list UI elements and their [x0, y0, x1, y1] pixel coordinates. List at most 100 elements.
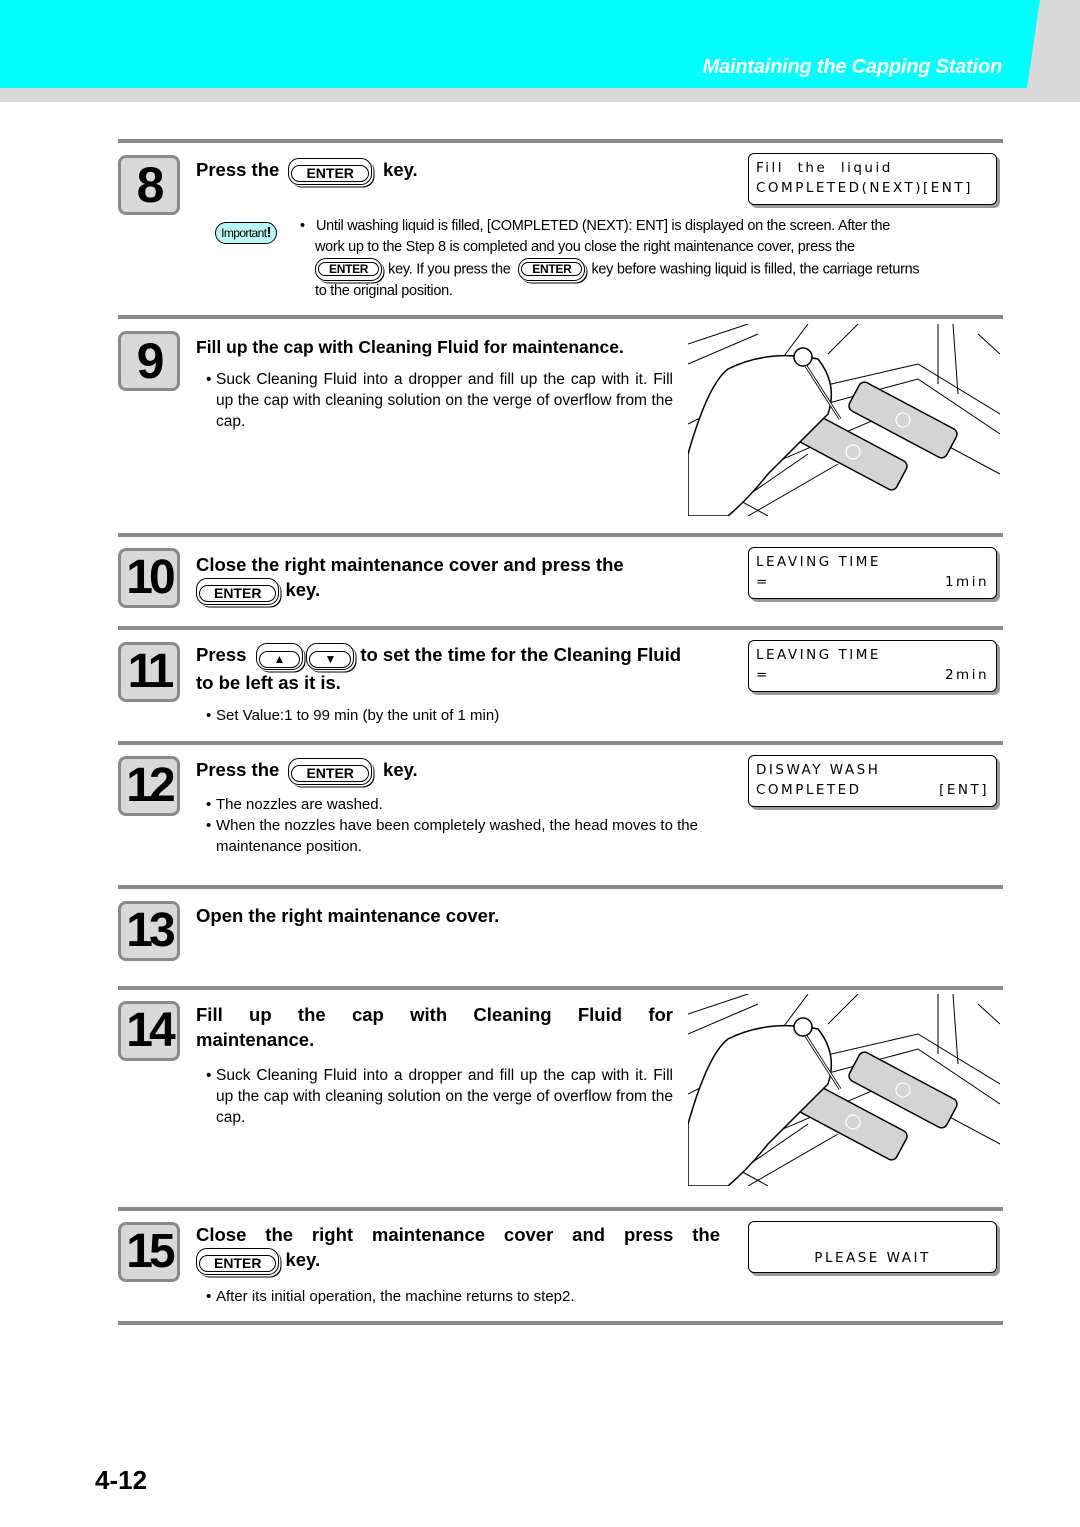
- divider: [118, 885, 1003, 889]
- lcd-display-step-11: LEAVING TIME = 2min: [748, 640, 997, 692]
- lcd-text: COMPLETED(NEXT)[ENT]: [756, 180, 973, 196]
- note-line: work up to the Step 8 is completed and y…: [315, 239, 855, 255]
- exclamation-icon: !: [266, 224, 271, 241]
- lcd-text: [ENT]: [939, 782, 989, 798]
- note-line: • Until washing liquid is filled, [COMPL…: [300, 218, 891, 234]
- note-line: ENTER key. If you press the ENTER key befo…: [300, 258, 1000, 281]
- step-number-13: 13: [118, 901, 180, 961]
- capping-station-illustration: [688, 324, 1000, 516]
- badge-text: Important: [221, 226, 267, 240]
- divider: [118, 626, 1003, 630]
- step-12-title: Press the ENTER key.: [196, 757, 418, 785]
- enter-key-icon: ENTER: [288, 157, 372, 185]
- step-12-bullets: The nozzles are washed. When the nozzles…: [206, 794, 751, 857]
- lcd-display-step-15: PLEASE WAIT: [748, 1221, 997, 1273]
- down-arrow-key-icon: ▼: [306, 642, 355, 670]
- step-15-bullet: After its initial operation, the machine…: [206, 1286, 575, 1307]
- lcd-line-1: Fill the liquid: [756, 160, 893, 176]
- key-label: ENTER: [318, 262, 380, 276]
- key-label: ENTER: [199, 1254, 277, 1272]
- divider: [118, 139, 1003, 143]
- bullet-text: Suck Cleaning Fluid into a dropper and f…: [206, 369, 673, 432]
- divider: [118, 741, 1003, 745]
- bullet-text: Suck Cleaning Fluid into a dropper and f…: [206, 1065, 673, 1128]
- bullet-text: Set Value:1 to 99 min (by the unit of 1 …: [206, 705, 499, 726]
- note-text: key before washing liquid is filled, the…: [591, 261, 920, 278]
- key-label: ENTER: [521, 262, 583, 276]
- important-badge: Important!: [215, 222, 277, 244]
- note-text: Until washing liquid is filled, [COMPLET…: [315, 218, 891, 234]
- step-title-text: to be left as it is.: [196, 671, 341, 693]
- lcd-line-1: LEAVING TIME: [756, 647, 881, 663]
- enter-key-icon: ENTER: [315, 258, 383, 281]
- lcd-line-2: = 1min: [756, 572, 989, 592]
- step-number-9: 9: [118, 331, 180, 391]
- divider: [118, 533, 1003, 537]
- step-title-text: to set the time for the Cleaning Fluid: [360, 644, 682, 665]
- lcd-text: =: [756, 574, 770, 590]
- step-9-title: Fill up the cap with Cleaning Fluid for …: [196, 337, 624, 357]
- step-number-14: 14: [118, 1001, 180, 1061]
- step-11-title: Press ▲ ▼ to set the time for the Cleaning…: [196, 642, 681, 695]
- key-label: ENTER: [199, 584, 277, 602]
- lcd-line-1: LEAVING TIME: [756, 554, 881, 570]
- step-number-10: 10: [118, 548, 180, 608]
- key-label: ▲: [258, 650, 301, 668]
- step-title-text: Fill up the cap with Cleaning Fluid for: [196, 1004, 673, 1025]
- step-number-8: 8: [118, 155, 180, 215]
- key-label: ENTER: [291, 764, 369, 782]
- lcd-line-2: COMPLETED [ENT]: [756, 780, 989, 800]
- step-9-bullet: Suck Cleaning Fluid into a dropper and f…: [206, 369, 673, 432]
- lcd-text: COMPLETED: [756, 782, 862, 798]
- step-13-title: Open the right maintenance cover.: [196, 905, 500, 926]
- up-arrow-key-icon: ▲: [255, 642, 304, 670]
- enter-key-icon: ENTER: [196, 1247, 280, 1275]
- bullet-text: The nozzles are washed.: [206, 794, 751, 815]
- lcd-display-step-12: DISWAY WASH COMPLETED [ENT]: [748, 755, 997, 807]
- step-10-title: Close the right maintenance cover and pr…: [196, 552, 624, 605]
- lcd-text: 1min: [944, 574, 989, 590]
- step-title-text: key.: [285, 579, 321, 600]
- lcd-text: PLEASE WAIT: [814, 1250, 931, 1266]
- enter-key-icon: ENTER: [518, 258, 586, 281]
- step-title-text: key.: [285, 1249, 321, 1270]
- divider: [118, 986, 1003, 990]
- note-text: key. If you press the: [388, 261, 511, 278]
- bullet-text: When the nozzles have been completely wa…: [206, 815, 751, 857]
- step-number-12: 12: [118, 756, 180, 816]
- enter-key-icon: ENTER: [288, 757, 372, 785]
- step-title-text: Close the right maintenance cover and pr…: [196, 1224, 720, 1245]
- step-number-11: 11: [118, 642, 180, 702]
- step-15-title: Close the right maintenance cover and pr…: [196, 1222, 720, 1275]
- key-label: ▼: [309, 650, 352, 668]
- step-title-text: key.: [383, 759, 418, 780]
- enter-key-icon: ENTER: [196, 577, 280, 605]
- lcd-display-step-10: LEAVING TIME = 1min: [748, 547, 997, 599]
- lcd-line-2: COMPLETED(NEXT)[ENT]: [756, 178, 989, 198]
- lcd-line-1: DISWAY WASH: [756, 762, 881, 778]
- lcd-text: =: [756, 667, 770, 683]
- lcd-display-step-8: Fill the liquid COMPLETED(NEXT)[ENT]: [748, 153, 997, 205]
- step-11-bullet: Set Value:1 to 99 min (by the unit of 1 …: [206, 705, 499, 726]
- step-title-text: Close the right maintenance cover and pr…: [196, 554, 624, 575]
- step-14-bullet: Suck Cleaning Fluid into a dropper and f…: [206, 1065, 673, 1128]
- note-line: to the original position.: [315, 283, 453, 299]
- step-8-title: Press the ENTER key.: [196, 157, 418, 185]
- capping-station-illustration: [688, 994, 1000, 1186]
- lcd-text: 2min: [944, 667, 989, 683]
- divider: [118, 315, 1003, 319]
- section-title: Maintaining the Capping Station: [702, 56, 1003, 78]
- bullet-text: After its initial operation, the machine…: [206, 1286, 575, 1307]
- important-note: • Until washing liquid is filled, [COMPL…: [300, 216, 1000, 302]
- step-14-title: Fill up the cap with Cleaning Fluid for …: [196, 1002, 673, 1052]
- step-title-text: key.: [383, 159, 418, 180]
- step-title-text: Press the: [196, 159, 280, 180]
- key-label: ENTER: [291, 164, 369, 182]
- page-number: 4-12: [95, 1465, 148, 1495]
- divider: [118, 1207, 1003, 1211]
- step-number-15: 15: [118, 1222, 180, 1282]
- lcd-line-2: = 2min: [756, 665, 989, 685]
- step-title-text: Press the: [196, 759, 280, 780]
- step-title-text: maintenance.: [196, 1029, 315, 1050]
- step-title-text: Press: [196, 644, 247, 665]
